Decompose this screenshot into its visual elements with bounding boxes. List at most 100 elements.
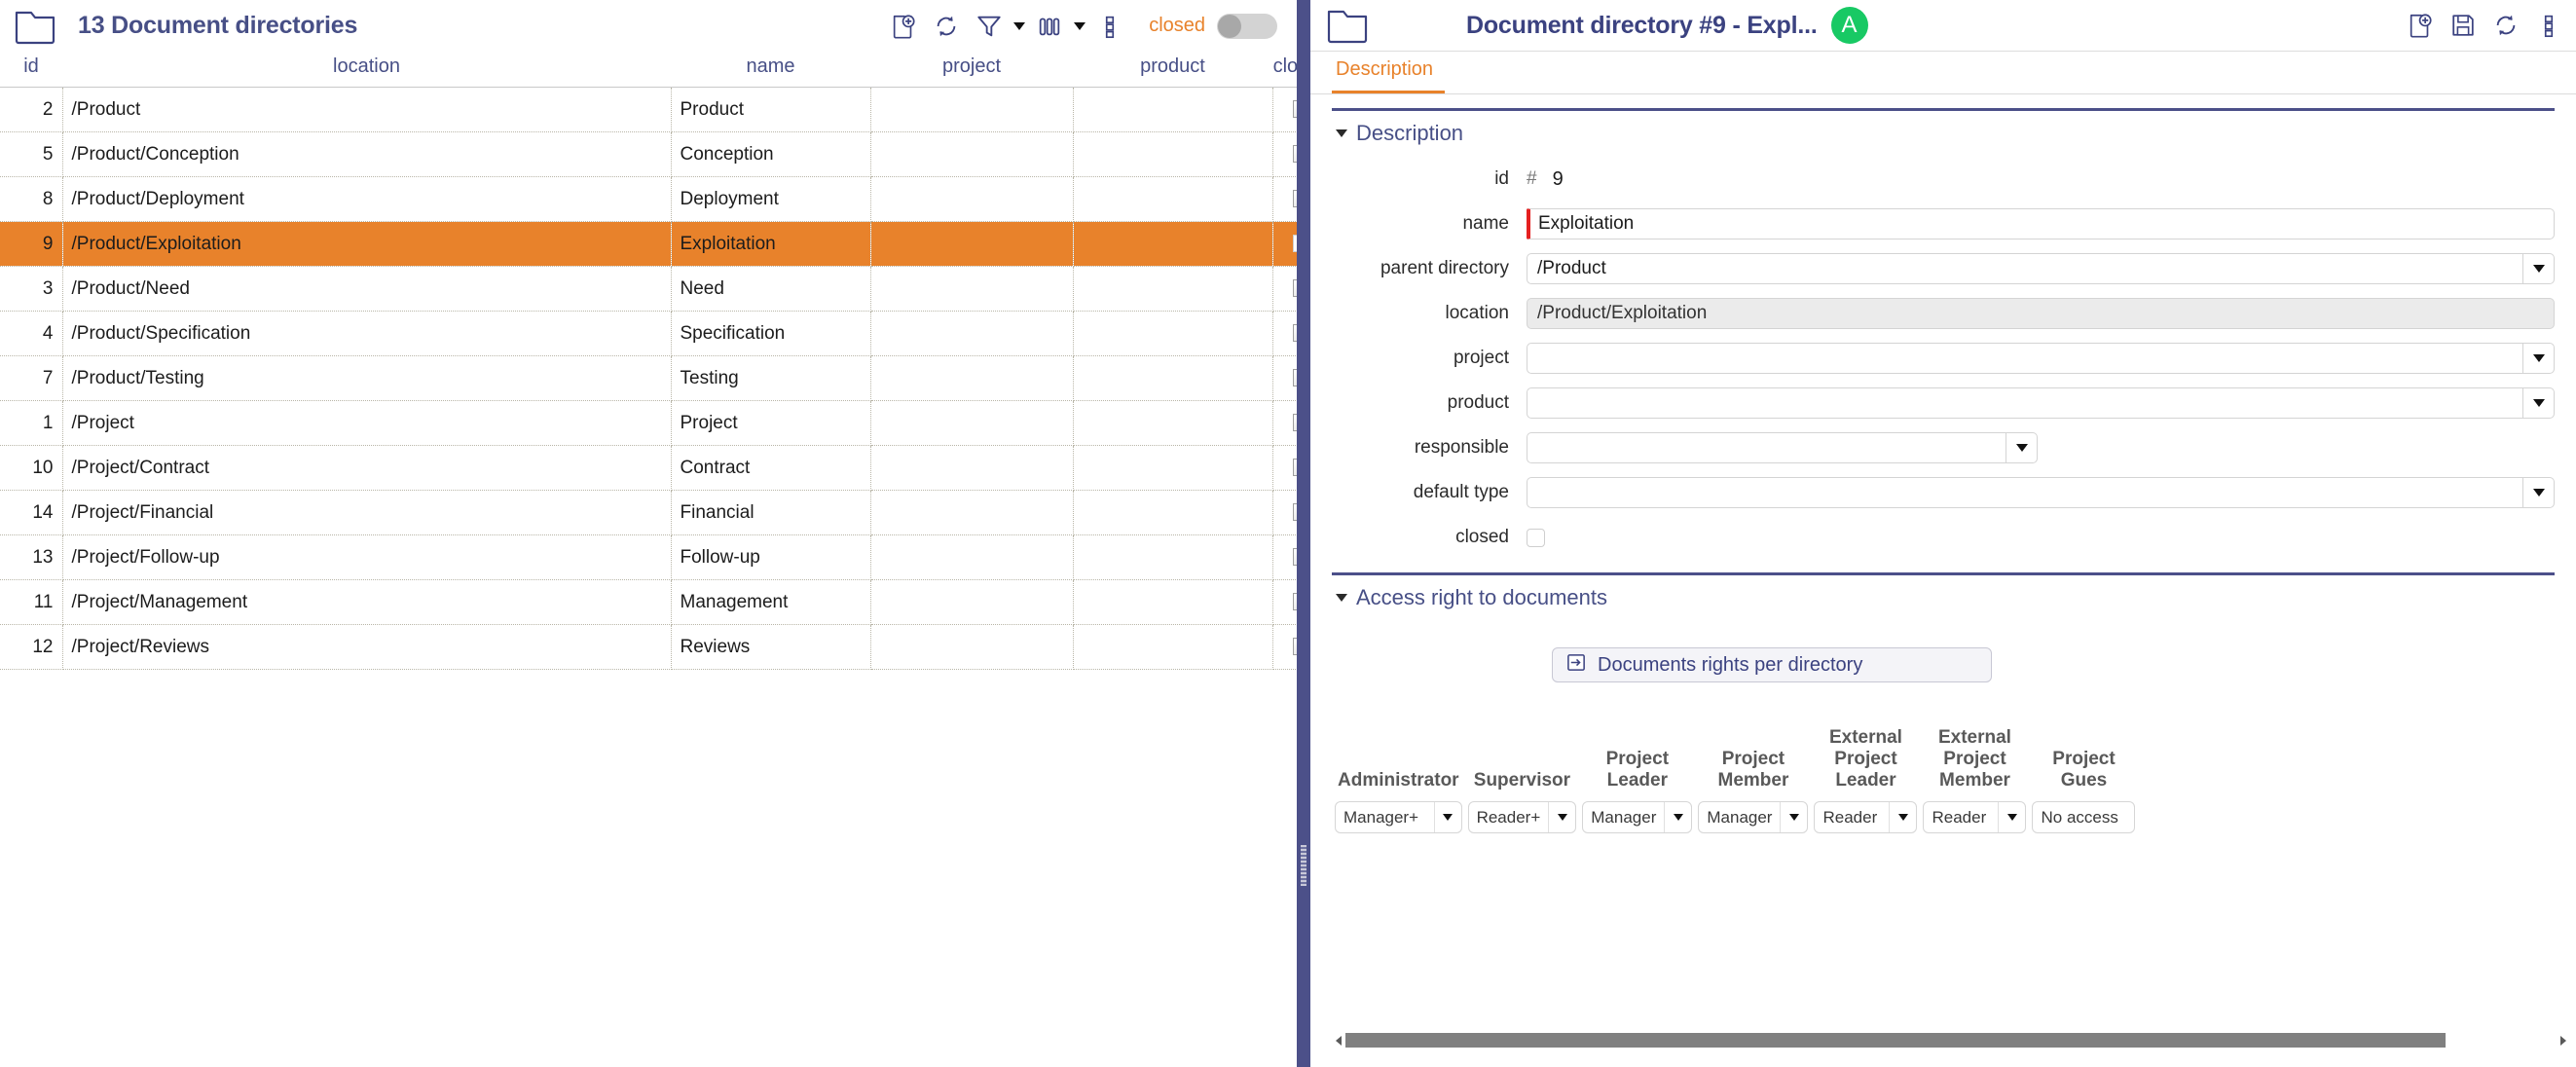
cell-project[interactable] xyxy=(870,87,1074,132)
cell-project[interactable] xyxy=(870,355,1074,401)
cell-name[interactable]: Deployment xyxy=(671,176,871,222)
filter-icon[interactable] xyxy=(968,5,1011,48)
cell-id[interactable]: 5 xyxy=(0,131,63,177)
description-section-header[interactable]: Description xyxy=(1310,111,2576,150)
cell-product[interactable] xyxy=(1073,176,1273,222)
table-row[interactable]: 4/Product/Specification Specification xyxy=(0,311,1331,356)
scrollbar-track[interactable] xyxy=(1345,1033,2557,1048)
cell-product[interactable] xyxy=(1073,445,1273,491)
cell-location[interactable]: /Project/Reviews xyxy=(62,624,672,670)
avatar[interactable]: A xyxy=(1830,7,1868,44)
chevron-right-icon[interactable] xyxy=(2557,1033,2570,1048)
cell-location[interactable]: /Product/Conception xyxy=(62,131,672,177)
cell-id[interactable]: 3 xyxy=(0,266,63,312)
cell-location[interactable]: /Project xyxy=(62,400,672,446)
cell-name[interactable]: Reviews xyxy=(671,624,871,670)
columns-icon[interactable] xyxy=(1028,5,1071,48)
cell-location[interactable]: /Product/Need xyxy=(62,266,672,312)
cell-product[interactable] xyxy=(1073,221,1273,267)
table-row[interactable]: 2/Product Product xyxy=(0,87,1331,132)
cell-name[interactable]: Follow-up xyxy=(671,534,871,580)
table-row[interactable]: 14/Project/Financial Financial xyxy=(0,490,1331,535)
cell-location[interactable]: /Product/Specification xyxy=(62,311,672,356)
cell-project[interactable] xyxy=(870,131,1074,177)
cell-project[interactable] xyxy=(870,176,1074,222)
cell-product[interactable] xyxy=(1073,624,1273,670)
table-row[interactable]: 1/Project Project xyxy=(0,400,1331,446)
cell-project[interactable] xyxy=(870,400,1074,446)
cell-product[interactable] xyxy=(1073,266,1273,312)
cell-location[interactable]: /Project/Financial xyxy=(62,490,672,535)
cell-id[interactable]: 13 xyxy=(0,534,63,580)
default-type-chevron-down-icon[interactable] xyxy=(2522,478,2554,507)
cell-name[interactable]: Financial xyxy=(671,490,871,535)
cell-product[interactable] xyxy=(1073,87,1273,132)
cell-location[interactable]: /Product xyxy=(62,87,672,132)
cell-id[interactable]: 14 xyxy=(0,490,63,535)
cell-id[interactable]: 8 xyxy=(0,176,63,222)
cell-name[interactable]: Contract xyxy=(671,445,871,491)
closed-filter-toggle[interactable] xyxy=(1217,13,1277,39)
cell-name[interactable]: Management xyxy=(671,579,871,625)
name-input[interactable]: Exploitation xyxy=(1527,208,2555,239)
rights-select[interactable]: Reader xyxy=(1814,801,1918,833)
cell-product[interactable] xyxy=(1073,355,1273,401)
rights-select[interactable]: Reader+ xyxy=(1467,801,1577,833)
cell-product[interactable] xyxy=(1073,490,1273,535)
cell-name[interactable]: Need xyxy=(671,266,871,312)
access-section-header[interactable]: Access right to documents xyxy=(1310,575,2576,614)
cell-project[interactable] xyxy=(870,624,1074,670)
rights-select-chevron-down-icon[interactable] xyxy=(1548,802,1575,832)
column-header-location[interactable]: location xyxy=(62,52,671,88)
product-select[interactable] xyxy=(1527,387,2555,419)
default-type-select[interactable] xyxy=(1527,477,2555,508)
rights-select[interactable]: No access xyxy=(2032,801,2136,833)
cell-project[interactable] xyxy=(870,534,1074,580)
panel-splitter[interactable] xyxy=(1297,0,1310,1067)
cell-id[interactable]: 2 xyxy=(0,87,63,132)
responsible-select[interactable] xyxy=(1527,432,2038,463)
project-chevron-down-icon[interactable] xyxy=(2522,344,2554,373)
cell-location[interactable]: /Product/Deployment xyxy=(62,176,672,222)
table-row[interactable]: 8/Product/Deployment Deployment xyxy=(0,176,1331,222)
column-header-name[interactable]: name xyxy=(671,52,870,88)
table-row[interactable]: 5/Product/Conception Conception xyxy=(0,131,1331,177)
rights-select[interactable]: Manager+ xyxy=(1335,801,1462,833)
cell-project[interactable] xyxy=(870,490,1074,535)
cell-id[interactable]: 7 xyxy=(0,355,63,401)
cell-project[interactable] xyxy=(870,311,1074,356)
cell-product[interactable] xyxy=(1073,131,1273,177)
cell-id[interactable]: 1 xyxy=(0,400,63,446)
cell-name[interactable]: Exploitation xyxy=(671,221,871,267)
rights-select-chevron-down-icon[interactable] xyxy=(1433,802,1461,832)
columns-chevron-down-icon[interactable] xyxy=(1071,5,1088,48)
new-document-icon[interactable] xyxy=(882,5,925,48)
cell-id[interactable]: 4 xyxy=(0,311,63,356)
project-select[interactable] xyxy=(1527,343,2555,374)
more-vertical-icon[interactable] xyxy=(2527,4,2570,47)
responsible-chevron-down-icon[interactable] xyxy=(2006,433,2037,462)
cell-project[interactable] xyxy=(870,579,1074,625)
cell-id[interactable]: 11 xyxy=(0,579,63,625)
closed-checkbox[interactable] xyxy=(1527,528,1545,547)
cell-project[interactable] xyxy=(870,445,1074,491)
rights-horizontal-scrollbar[interactable] xyxy=(1332,1033,2570,1048)
cell-name[interactable]: Testing xyxy=(671,355,871,401)
chevron-left-icon[interactable] xyxy=(1332,1033,1345,1048)
table-row[interactable]: 3/Product/Need Need xyxy=(0,266,1331,312)
tab-description[interactable]: Description xyxy=(1332,52,1446,93)
cell-name[interactable]: Product xyxy=(671,87,871,132)
product-chevron-down-icon[interactable] xyxy=(2522,388,2554,418)
table-row[interactable]: 12/Project/Reviews Reviews xyxy=(0,624,1331,670)
filter-chevron-down-icon[interactable] xyxy=(1011,5,1028,48)
rights-select[interactable]: Manager xyxy=(1698,801,1809,833)
refresh-icon[interactable] xyxy=(925,5,968,48)
cell-name[interactable]: Specification xyxy=(671,311,871,356)
cell-location[interactable]: /Product/Testing xyxy=(62,355,672,401)
table-row[interactable]: 13/Project/Follow-up Follow-up xyxy=(0,534,1331,580)
cell-location[interactable]: /Product/Exploitation xyxy=(62,221,672,267)
more-vertical-icon[interactable] xyxy=(1088,5,1131,48)
cell-product[interactable] xyxy=(1073,400,1273,446)
column-header-id[interactable]: id xyxy=(0,52,62,88)
cell-product[interactable] xyxy=(1073,311,1273,356)
